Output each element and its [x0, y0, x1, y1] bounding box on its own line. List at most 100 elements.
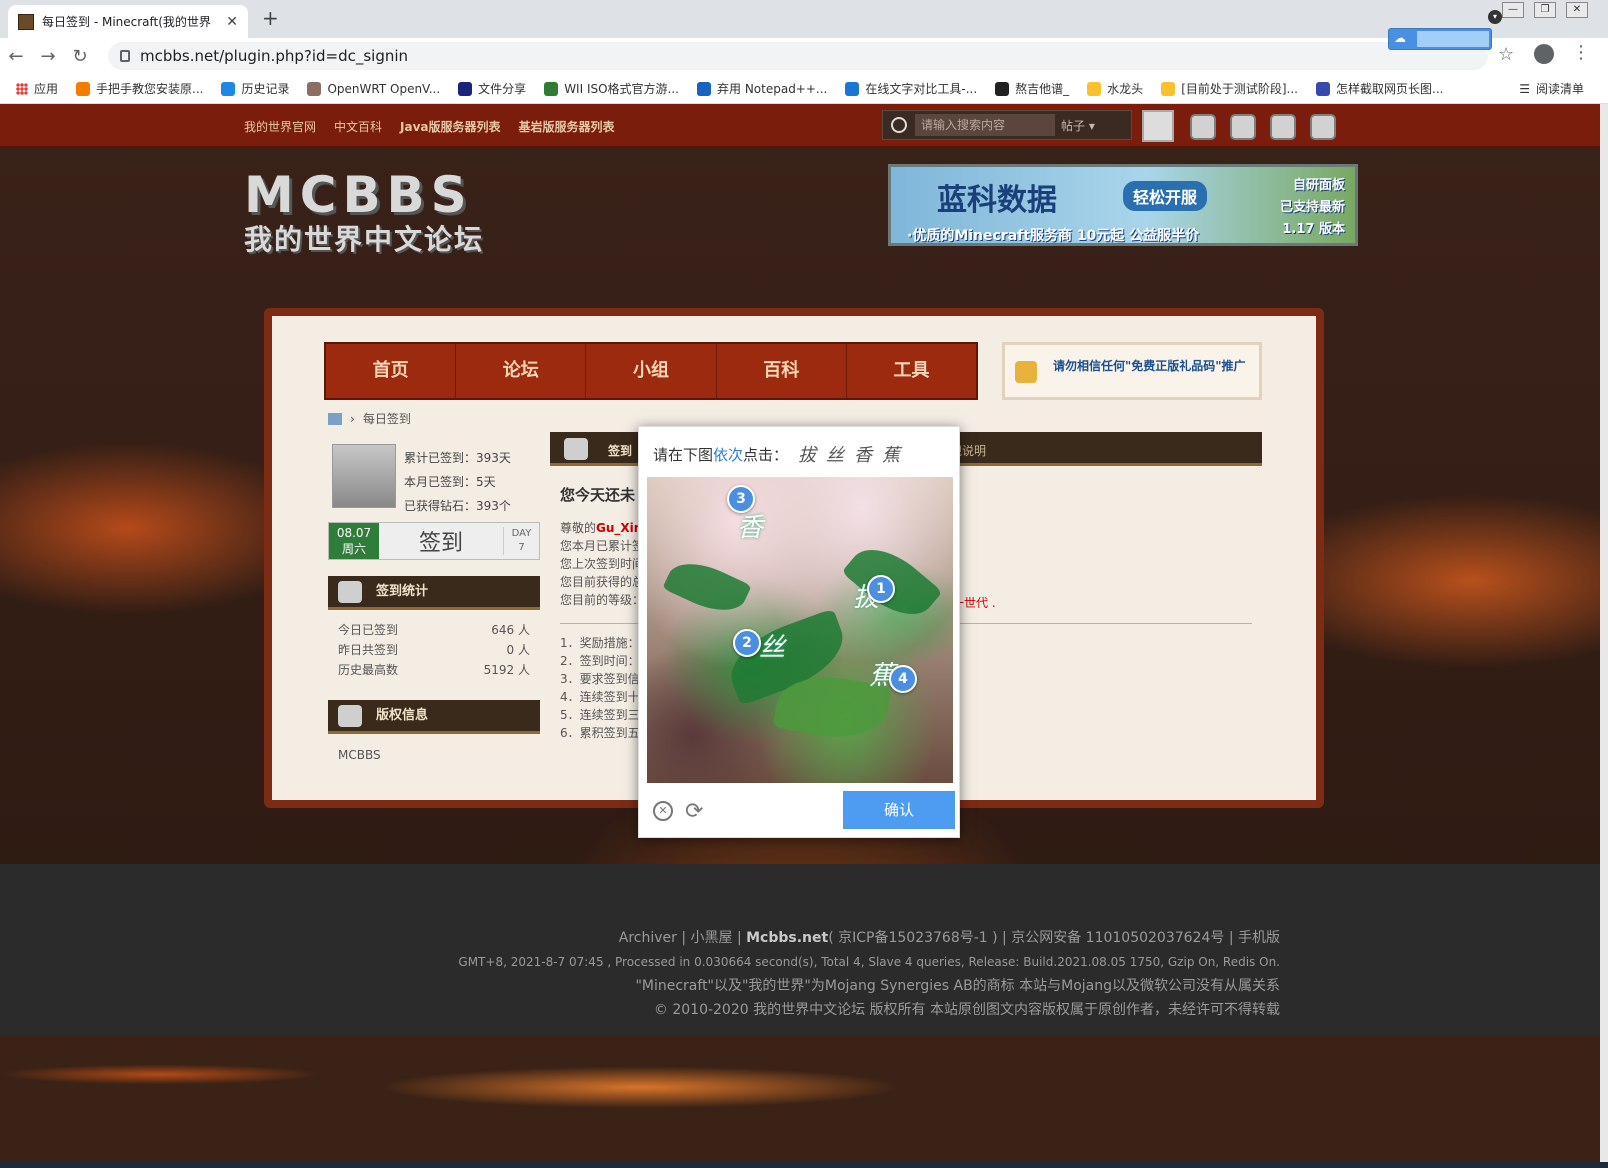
sign-day-label: DAY [511, 528, 532, 539]
breadcrumb-current[interactable]: 每日签到 [363, 410, 411, 427]
copyright-title: 版权信息 [376, 708, 429, 723]
settings-icon[interactable] [1310, 114, 1336, 140]
site-logo[interactable]: MCBBS 我的世界中文论坛 [244, 166, 484, 258]
ad-banner[interactable]: 蓝科数据 轻松开服 ·优质的Minecraft服务商 10元起 公益服半价 自研… [888, 164, 1358, 246]
top-link-wiki[interactable]: 中文百科 [334, 118, 382, 135]
avatar[interactable] [332, 444, 396, 508]
bookmark-item[interactable]: 手把手教您安装原... [76, 80, 203, 97]
site-top-nav: 我的世界官网 中文百科 Java版服务器列表 基岩版服务器列表 请输入搜索内容 … [0, 104, 1600, 148]
footer-links: Archiver | 小黑屋 | Mcbbs.net( 京ICP备1502376… [458, 926, 1280, 950]
notification-icon[interactable] [1270, 114, 1296, 140]
click-marker[interactable]: 4 [889, 665, 917, 693]
bookmark-item[interactable]: WII ISO格式官方游... [544, 80, 679, 97]
stat-row: 今日已签到 646 人 [328, 620, 540, 640]
bookmark-label: 历史记录 [241, 82, 290, 96]
captcha-prompt: 请在下图 依次 点击： 拔丝香蕉 [653, 441, 910, 467]
bookmark-item[interactable]: 弃用 Notepad++... [697, 80, 827, 97]
search-input[interactable]: 请输入搜索内容 [915, 114, 1055, 136]
banner-tagline: ·优质的Minecraft服务商 10元起 公益服半价 [907, 228, 1200, 244]
click-marker[interactable]: 1 [867, 575, 895, 603]
reading-list-button[interactable]: ☰ 阅读清单 [1519, 80, 1584, 97]
baidu-cloud-icon: ☁ [1394, 31, 1406, 45]
stats-title: 签到统计 [376, 584, 429, 599]
notice-text[interactable]: 请勿相信任何"免费正版礼品码"推广 [1053, 357, 1246, 374]
bookmark-item[interactable]: 水龙头 [1087, 80, 1143, 97]
top-link-java-servers[interactable]: Java版服务器列表 [400, 118, 500, 135]
bookmark-star-icon[interactable]: ☆ [1498, 44, 1514, 65]
click-marker[interactable]: 3 [727, 485, 755, 513]
bookmark-label: 手把手教您安装原... [96, 82, 204, 96]
block-icon[interactable] [1230, 114, 1256, 140]
username[interactable]: Gu_Xin [596, 521, 642, 535]
bookmark-favicon-icon [1316, 81, 1330, 96]
search-icon[interactable] [891, 117, 907, 133]
site-footer: Archiver | 小黑屋 | Mcbbs.net( 京ICP备1502376… [0, 864, 1600, 1036]
message-icon[interactable] [1190, 114, 1216, 140]
footer-site[interactable]: Mcbbs.net [746, 930, 828, 946]
nav-home[interactable]: 首页 [326, 344, 457, 398]
prompt-highlight: 依次 [713, 445, 744, 464]
content-header-label: 签到 [608, 444, 633, 458]
user-avatar-small[interactable] [1142, 110, 1174, 142]
site-favicon-icon [18, 13, 34, 30]
minimize-icon[interactable]: — [1502, 2, 1524, 18]
bookmark-favicon-icon [995, 81, 1010, 96]
back-icon[interactable]: ← [0, 46, 32, 67]
bookmark-item[interactable]: 熬吉他谱_ [995, 80, 1069, 97]
top-link-bedrock-servers[interactable]: 基岩版服务器列表 [519, 118, 615, 135]
address-bar[interactable]: mcbbs.net/plugin.php?id=dc_signin [108, 42, 1488, 70]
bookmark-favicon-icon [544, 81, 559, 96]
search-scope-select[interactable]: 帖子 ▾ [1061, 117, 1095, 134]
total-signins: 累计已签到：393天 [404, 451, 511, 465]
footer-archiver[interactable]: Archiver | 小黑屋 | [619, 930, 746, 946]
extension-badge[interactable]: ☁ [1388, 28, 1492, 50]
sidebar: 累计已签到：393天 本月已签到：5天 已获得钻石：393个 08.07 周六 … [328, 444, 540, 776]
bookmark-item[interactable]: 怎样截取网页长图... [1316, 80, 1443, 97]
bookmark-item[interactable]: 文件分享 [458, 80, 526, 97]
captcha-image[interactable]: 香 拔 丝 蕉 1 2 3 4 [647, 477, 953, 783]
profile-icon[interactable] [1534, 44, 1554, 64]
sign-date-value: 08.07 [336, 526, 372, 540]
prompt-text-end: 点击： [743, 445, 789, 464]
browser-menu-icon[interactable]: ⋮ [1572, 42, 1590, 63]
nav-wiki[interactable]: 百科 [717, 344, 847, 398]
logo-title: MCBBS [244, 166, 473, 224]
close-icon[interactable]: ✕ [653, 801, 673, 821]
background-lava [0, 1036, 1600, 1164]
home-icon[interactable] [328, 412, 342, 425]
confirm-button[interactable]: 确认 [843, 791, 955, 829]
sign-weekday: 周六 [341, 542, 366, 556]
nav-groups[interactable]: 小组 [586, 344, 717, 398]
tab-title: 每日签到 - Minecraft(我的世界 [42, 15, 211, 29]
bookmark-item[interactable]: 历史记录 [221, 80, 289, 97]
bookmark-item[interactable]: [目前处于测试阶段]... [1161, 80, 1298, 97]
new-tab-button[interactable]: + [262, 6, 279, 30]
forward-icon[interactable]: → [32, 46, 64, 67]
month-signins: 本月已签到：5天 [404, 475, 496, 489]
restore-icon[interactable]: ❐ [1534, 2, 1556, 18]
nav-tools[interactable]: 工具 [847, 344, 976, 398]
bookmark-item[interactable]: 在线文字对比工具-... [845, 80, 977, 97]
tab-search-icon[interactable]: ▾ [1488, 10, 1502, 24]
creeper-icon [338, 705, 362, 727]
nav-forum[interactable]: 论坛 [456, 344, 587, 398]
sign-in-button[interactable]: 08.07 周六 签到 DAY 7 [328, 522, 540, 560]
close-window-icon[interactable]: ✕ [1566, 2, 1588, 18]
click-marker[interactable]: 2 [733, 629, 761, 657]
bookmark-label: 文件分享 [478, 82, 527, 96]
browser-tab[interactable]: 每日签到 - Minecraft(我的世界 ✕ [8, 5, 248, 38]
window-controls: — ❐ ✕ [1502, 2, 1588, 18]
banner-side-line1: 自研面板 [1292, 178, 1345, 193]
bookmark-label: 熬吉他谱_ [1015, 82, 1070, 96]
logo-subtitle: 我的世界中文论坛 [244, 223, 485, 256]
bookmark-item[interactable]: 应用 [16, 80, 58, 97]
tab-close-icon[interactable]: ✕ [226, 14, 238, 30]
bookmark-label: 应用 [34, 82, 59, 96]
refresh-icon[interactable]: ⟳ [685, 799, 703, 824]
scrollbar[interactable] [1600, 104, 1608, 1162]
extension-input[interactable] [1417, 31, 1489, 47]
bookmark-item[interactable]: OpenWRT OpenV... [307, 81, 440, 96]
reload-icon[interactable]: ↻ [64, 46, 96, 67]
footer-icp[interactable]: ( 京ICP备15023768号-1 ) | 京公网安备 11010502037… [828, 930, 1280, 946]
top-link-official[interactable]: 我的世界官网 [244, 118, 316, 135]
